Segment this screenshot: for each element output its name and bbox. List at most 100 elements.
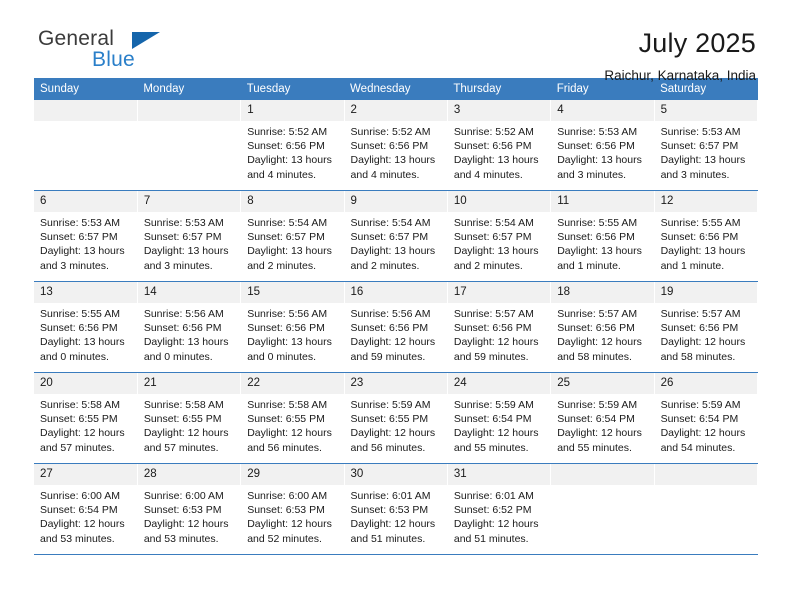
daylight-text: Daylight: 13 hours and 4 minutes. [350, 154, 436, 181]
sunset-text: Sunset: 6:56 PM [40, 322, 118, 335]
day-details: Sunrise: 5:59 AM Sunset: 6:54 PM Daylight:… [655, 394, 757, 455]
sunset-text: Sunset: 6:55 PM [247, 413, 325, 426]
calendar-day-cell[interactable]: 14 Sunrise: 5:56 AM Sunset: 6:56 PM Dayligh… [137, 281, 242, 373]
calendar-day-cell[interactable]: 1 Sunrise: 5:52 AM Sunset: 6:56 PM Daylight… [240, 100, 345, 191]
calendar-day-cell[interactable]: 12 Sunrise: 5:55 AM Sunset: 6:56 PM Dayligh… [654, 190, 759, 282]
generalblue-logo[interactable]: General Blue [34, 27, 238, 79]
sunrise-sunset-calendar: Sunday Monday Tuesday Wednesday Thursday… [34, 78, 759, 555]
day-details: Sunrise: 5:54 AM Sunset: 6:57 PM Daylight:… [241, 212, 343, 273]
day-details: Sunrise: 5:53 AM Sunset: 6:57 PM Daylight:… [34, 212, 137, 273]
sunset-text: Sunset: 6:56 PM [557, 231, 635, 244]
daylight-text: Daylight: 12 hours and 55 minutes. [453, 427, 539, 454]
sunset-text: Sunset: 6:57 PM [350, 231, 429, 244]
calendar-day-cell[interactable]: 31 Sunrise: 6:01 AM Sunset: 6:52 PM Dayligh… [447, 463, 552, 555]
title-block: July 2025 Raichur, Karnataka, India [604, 27, 758, 86]
calendar-day-cell[interactable]: 10 Sunrise: 5:54 AM Sunset: 6:57 PM Dayligh… [447, 190, 552, 282]
calendar-day-cell[interactable]: 22 Sunrise: 5:58 AM Sunset: 6:55 PM Dayligh… [240, 372, 345, 464]
sunrise-text: Sunrise: 5:55 AM [660, 217, 741, 229]
daylight-text: Daylight: 13 hours and 1 minute. [660, 245, 746, 272]
sunrise-text: Sunrise: 5:55 AM [40, 308, 120, 320]
calendar-day-cell[interactable]: 8 Sunrise: 5:54 AM Sunset: 6:57 PM Daylight… [240, 190, 345, 282]
calendar-day-cell[interactable]: 19 Sunrise: 5:57 AM Sunset: 6:56 PM Dayligh… [654, 281, 759, 373]
calendar-day-cell[interactable]: 6 Sunrise: 5:53 AM Sunset: 6:57 PM Daylight… [34, 190, 138, 282]
calendar-cell-empty [34, 100, 138, 191]
daylight-text: Daylight: 12 hours and 51 minutes. [453, 518, 539, 545]
sunset-text: Sunset: 6:56 PM [247, 140, 325, 153]
calendar-day-cell[interactable]: 20 Sunrise: 5:58 AM Sunset: 6:55 PM Dayligh… [34, 372, 138, 464]
daylight-text: Daylight: 12 hours and 56 minutes. [350, 427, 436, 454]
sunset-text: Sunset: 6:55 PM [40, 413, 118, 426]
day-number: 21 [137, 373, 241, 394]
page-header: General Blue July 2025 Raichur, Karnatak… [34, 0, 758, 83]
daylight-text: Daylight: 13 hours and 3 minutes. [40, 245, 125, 272]
day-number [137, 100, 241, 121]
sunrise-text: Sunrise: 5:54 AM [453, 217, 534, 229]
sunset-text: Sunset: 6:56 PM [143, 322, 222, 335]
calendar-day-cell[interactable]: 26 Sunrise: 5:59 AM Sunset: 6:54 PM Dayligh… [654, 372, 759, 464]
calendar-day-cell[interactable]: 2 Sunrise: 5:52 AM Sunset: 6:56 PM Daylight… [344, 100, 448, 191]
sunrise-text: Sunrise: 5:56 AM [143, 308, 224, 320]
calendar-day-cell[interactable]: 23 Sunrise: 5:59 AM Sunset: 6:55 PM Dayligh… [344, 372, 448, 464]
day-number: 11 [551, 191, 654, 212]
weekday-header-wednesday: Wednesday [344, 78, 448, 100]
sunset-text: Sunset: 6:56 PM [660, 231, 739, 244]
calendar-day-cell[interactable]: 25 Sunrise: 5:59 AM Sunset: 6:54 PM Dayligh… [550, 372, 655, 464]
daylight-text: Daylight: 13 hours and 3 minutes. [143, 245, 229, 272]
calendar-day-cell[interactable]: 17 Sunrise: 5:57 AM Sunset: 6:56 PM Dayligh… [447, 281, 552, 373]
day-details: Sunrise: 5:55 AM Sunset: 6:56 PM Daylight:… [551, 212, 653, 273]
calendar-week-row: 6 Sunrise: 5:53 AM Sunset: 6:57 PM Daylight… [34, 190, 759, 282]
daylight-text: Daylight: 12 hours and 53 minutes. [143, 518, 229, 545]
day-number: 6 [34, 191, 137, 212]
sunset-text: Sunset: 6:57 PM [40, 231, 118, 244]
calendar-week-row: 27 Sunrise: 6:00 AM Sunset: 6:54 PM Dayligh… [34, 463, 759, 555]
daylight-text: Daylight: 13 hours and 3 minutes. [660, 154, 746, 181]
calendar-cell-empty [654, 463, 759, 555]
day-details: Sunrise: 5:55 AM Sunset: 6:56 PM Daylight:… [34, 303, 137, 364]
sunrise-text: Sunrise: 5:59 AM [557, 399, 638, 411]
calendar-day-cell[interactable]: 11 Sunrise: 5:55 AM Sunset: 6:56 PM Dayligh… [550, 190, 655, 282]
calendar-day-cell[interactable]: 4 Sunrise: 5:53 AM Sunset: 6:56 PM Daylight… [550, 100, 655, 191]
day-details: Sunrise: 5:57 AM Sunset: 6:56 PM Daylight:… [551, 303, 653, 364]
calendar-day-cell[interactable]: 21 Sunrise: 5:58 AM Sunset: 6:55 PM Dayligh… [137, 372, 242, 464]
calendar-day-cell[interactable]: 13 Sunrise: 5:55 AM Sunset: 6:56 PM Dayligh… [34, 281, 138, 373]
day-number: 5 [654, 100, 757, 121]
sunrise-text: Sunrise: 5:57 AM [660, 308, 741, 320]
day-details: Sunrise: 6:01 AM Sunset: 6:53 PM Daylight:… [345, 485, 447, 546]
sunset-text: Sunset: 6:56 PM [660, 322, 739, 335]
calendar-day-cell[interactable]: 30 Sunrise: 6:01 AM Sunset: 6:53 PM Dayligh… [344, 463, 448, 555]
calendar-day-cell[interactable]: 5 Sunrise: 5:53 AM Sunset: 6:57 PM Daylight… [654, 100, 759, 191]
day-details: Sunrise: 6:00 AM Sunset: 6:53 PM Daylight:… [138, 485, 240, 546]
sunset-text: Sunset: 6:56 PM [350, 140, 429, 153]
calendar-day-cell[interactable]: 18 Sunrise: 5:57 AM Sunset: 6:56 PM Dayligh… [550, 281, 655, 373]
calendar-page: General Blue July 2025 Raichur, Karnatak… [0, 0, 792, 612]
day-number: 29 [241, 464, 344, 485]
daylight-text: Daylight: 13 hours and 1 minute. [557, 245, 642, 272]
triangle-flag-icon [132, 32, 160, 49]
day-number: 8 [241, 191, 344, 212]
sunrise-text: Sunrise: 5:54 AM [247, 217, 328, 229]
sunrise-text: Sunrise: 5:52 AM [453, 126, 534, 138]
day-number: 16 [344, 282, 447, 303]
sunset-text: Sunset: 6:56 PM [453, 322, 532, 335]
calendar-day-cell[interactable]: 15 Sunrise: 5:56 AM Sunset: 6:56 PM Dayligh… [240, 281, 345, 373]
day-details: Sunrise: 5:53 AM Sunset: 6:57 PM Daylight:… [655, 121, 757, 182]
day-details: Sunrise: 5:56 AM Sunset: 6:56 PM Daylight:… [241, 303, 343, 364]
calendar-day-cell[interactable]: 3 Sunrise: 5:52 AM Sunset: 6:56 PM Daylight… [447, 100, 552, 191]
day-number: 25 [551, 373, 654, 394]
calendar-day-cell[interactable]: 27 Sunrise: 6:00 AM Sunset: 6:54 PM Dayligh… [34, 463, 138, 555]
sunrise-text: Sunrise: 5:56 AM [350, 308, 431, 320]
day-details: Sunrise: 5:58 AM Sunset: 6:55 PM Daylight:… [138, 394, 240, 455]
sunrise-text: Sunrise: 5:57 AM [557, 308, 638, 320]
daylight-text: Daylight: 12 hours and 57 minutes. [40, 427, 125, 454]
sunset-text: Sunset: 6:53 PM [143, 504, 222, 517]
day-details: Sunrise: 5:57 AM Sunset: 6:56 PM Daylight:… [448, 303, 550, 364]
logo-text-blue: Blue [92, 48, 135, 71]
calendar-day-cell[interactable]: 28 Sunrise: 6:00 AM Sunset: 6:53 PM Dayligh… [137, 463, 242, 555]
sunset-text: Sunset: 6:56 PM [350, 322, 429, 335]
calendar-day-cell[interactable]: 29 Sunrise: 6:00 AM Sunset: 6:53 PM Dayligh… [240, 463, 345, 555]
calendar-day-cell[interactable]: 16 Sunrise: 5:56 AM Sunset: 6:56 PM Dayligh… [344, 281, 448, 373]
calendar-day-cell[interactable]: 24 Sunrise: 5:59 AM Sunset: 6:54 PM Dayligh… [447, 372, 552, 464]
calendar-day-cell[interactable]: 9 Sunrise: 5:54 AM Sunset: 6:57 PM Daylight… [344, 190, 448, 282]
calendar-day-cell[interactable]: 7 Sunrise: 5:53 AM Sunset: 6:57 PM Daylight… [137, 190, 242, 282]
daylight-text: Daylight: 12 hours and 55 minutes. [557, 427, 642, 454]
